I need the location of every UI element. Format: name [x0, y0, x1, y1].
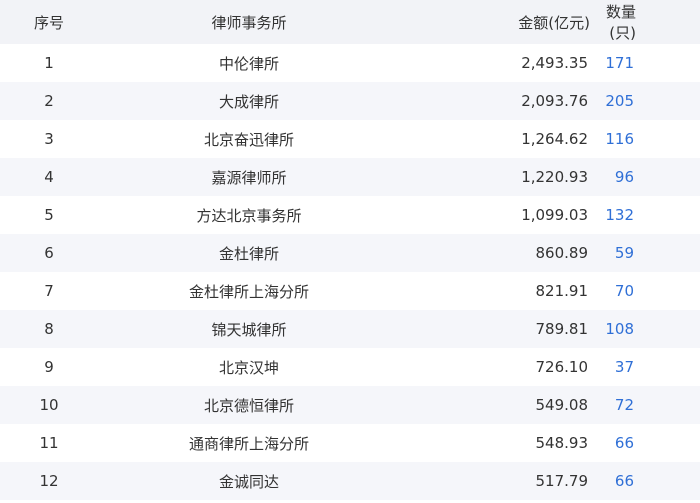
row-firm: 北京德恒律所 [203, 396, 294, 415]
row-count-link[interactable]: 70 [615, 282, 634, 300]
table-row: 11 通商律所上海分所 548.93 66 [0, 424, 700, 462]
table-row: 10 北京德恒律所 549.08 72 [0, 386, 700, 424]
table-row: 8 锦天城律所 789.81 108 [0, 310, 700, 348]
row-index: 1 [44, 54, 54, 72]
row-count-link[interactable]: 66 [615, 434, 634, 452]
row-index: 7 [44, 282, 54, 300]
row-firm: 大成律所 [218, 92, 279, 111]
row-firm: 金诚同达 [218, 472, 279, 491]
row-count-cell: 132 [590, 196, 700, 234]
row-index: 9 [44, 358, 54, 376]
row-index: 10 [39, 396, 59, 414]
row-index: 4 [44, 168, 54, 186]
table-header: 序号 律师事务所 金额(亿元) 数量(只) [0, 0, 700, 44]
row-index: 6 [44, 244, 54, 262]
row-count-cell: 171 [590, 44, 700, 82]
row-index: 11 [39, 434, 59, 452]
row-amount: 1,264.62 [521, 130, 588, 148]
row-count-cell: 108 [590, 310, 700, 348]
row-amount: 1,220.93 [521, 168, 588, 186]
row-firm: 嘉源律师所 [211, 168, 287, 187]
row-amount: 860.89 [535, 244, 589, 262]
row-firm: 北京汉坤 [218, 358, 279, 377]
row-firm: 金杜律所 [218, 244, 279, 263]
row-count-cell: 116 [590, 120, 700, 158]
row-count-link[interactable]: 205 [605, 92, 634, 110]
table-body: 1 中伦律所 2,493.35 171 2 大成律所 2,093.76 205 … [0, 44, 700, 500]
row-firm: 北京奋迅律所 [203, 130, 294, 149]
row-firm: 中伦律所 [218, 54, 279, 73]
row-index: 8 [44, 320, 54, 338]
row-amount: 789.81 [535, 320, 589, 338]
table-row: 1 中伦律所 2,493.35 171 [0, 44, 700, 82]
row-count-link[interactable]: 116 [605, 130, 634, 148]
row-count-link[interactable]: 108 [605, 320, 634, 338]
row-count-cell: 70 [590, 272, 700, 310]
row-index: 5 [44, 206, 54, 224]
table-row: 9 北京汉坤 726.10 37 [0, 348, 700, 386]
header-row: 序号 律师事务所 金额(亿元) 数量(只) [0, 0, 700, 44]
row-amount: 517.79 [535, 472, 589, 490]
row-amount: 549.08 [535, 396, 589, 414]
row-count-cell: 66 [590, 462, 700, 500]
row-count-cell: 59 [590, 234, 700, 272]
row-amount: 2,493.35 [521, 54, 588, 72]
row-index: 12 [39, 472, 59, 490]
row-count-link[interactable]: 37 [615, 358, 634, 376]
row-count-link[interactable]: 72 [615, 396, 634, 414]
header-count[interactable]: 数量(只) [590, 0, 700, 44]
row-amount: 1,099.03 [521, 206, 588, 224]
header-amount[interactable]: 金额(亿元) [400, 0, 590, 44]
table-row: 5 方达北京事务所 1,099.03 132 [0, 196, 700, 234]
row-count-cell: 37 [590, 348, 700, 386]
row-amount: 2,093.76 [521, 92, 588, 110]
row-count-link[interactable]: 96 [615, 168, 634, 186]
row-firm: 通商律所上海分所 [188, 434, 309, 453]
row-count-link[interactable]: 59 [615, 244, 634, 262]
header-firm: 律师事务所 [211, 13, 287, 32]
table-row: 12 金诚同达 517.79 66 [0, 462, 700, 500]
row-count-link[interactable]: 66 [615, 472, 634, 490]
table-row: 6 金杜律所 860.89 59 [0, 234, 700, 272]
row-count-link[interactable]: 132 [605, 206, 634, 224]
row-index: 2 [44, 92, 54, 110]
row-count-link[interactable]: 171 [605, 54, 634, 72]
row-firm: 金杜律所上海分所 [188, 282, 309, 301]
row-count-cell: 72 [590, 386, 700, 424]
row-firm: 锦天城律所 [211, 320, 287, 339]
table-row: 4 嘉源律师所 1,220.93 96 [0, 158, 700, 196]
row-count-cell: 66 [590, 424, 700, 462]
row-firm: 方达北京事务所 [196, 206, 302, 225]
table-row: 3 北京奋迅律所 1,264.62 116 [0, 120, 700, 158]
row-amount: 726.10 [535, 358, 589, 376]
header-index: 序号 [33, 13, 64, 32]
row-index: 3 [44, 130, 54, 148]
row-amount: 548.93 [535, 434, 589, 452]
law-firm-ranking-table: 序号 律师事务所 金额(亿元) 数量(只) 1 中伦律所 2,493.35 17… [0, 0, 700, 500]
table-row: 2 大成律所 2,093.76 205 [0, 82, 700, 120]
table-row: 7 金杜律所上海分所 821.91 70 [0, 272, 700, 310]
row-count-cell: 205 [590, 82, 700, 120]
row-amount: 821.91 [535, 282, 589, 300]
row-count-cell: 96 [590, 158, 700, 196]
